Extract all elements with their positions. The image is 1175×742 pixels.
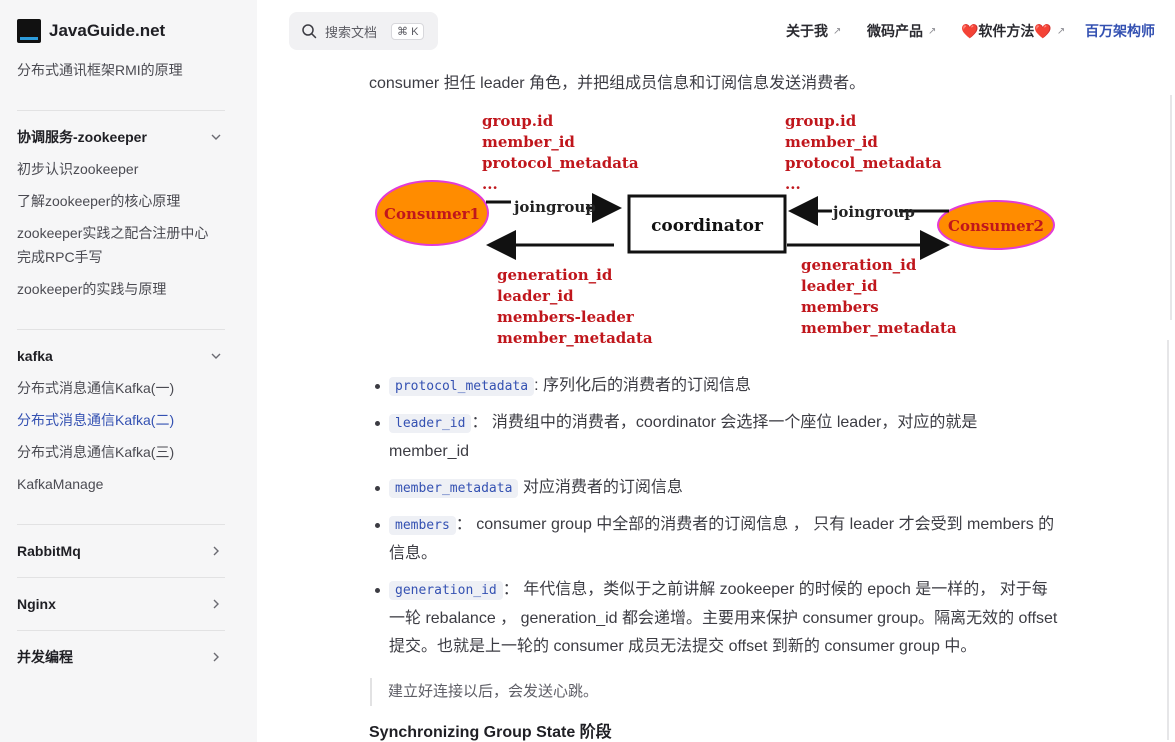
resp-right-line: members: [801, 298, 879, 316]
inline-code: protocol_metadata: [389, 377, 535, 396]
chevron-right-icon: [211, 546, 221, 556]
sidebar-item-zk-practice[interactable]: zookeeper的实践与原理: [17, 277, 222, 301]
nav-products[interactable]: 微码产品 ↗: [867, 21, 936, 41]
section-heading: Synchronizing Group State 阶段: [369, 724, 612, 741]
list-item: generation_id： 年代信息，类似于之前讲解 zookeeper 的时…: [370, 576, 1060, 661]
sidebar-item-zk-rpc[interactable]: zookeeper实践之配合注册中心完成RPC手写: [17, 221, 222, 269]
sidebar-group-rabbitmq[interactable]: RabbitMq: [17, 539, 225, 563]
req-left-line: group.id: [482, 112, 554, 130]
req-left-line: ...: [482, 175, 498, 193]
chevron-down-icon: [211, 132, 221, 142]
inline-code: leader_id: [389, 414, 472, 433]
coordinator-label: coordinator: [651, 216, 764, 236]
brand-name: JavaGuide.net: [49, 21, 166, 40]
list-item: leader_id： 消费组中的消费者，coordinator 会选择一个座位 …: [370, 409, 1060, 466]
nav-software-method[interactable]: ❤️软件方法❤️ ↗: [961, 21, 1065, 41]
req-left-line: member_id: [482, 133, 575, 151]
sidebar-group-title: 并发编程: [17, 649, 73, 665]
external-link-icon: ↗: [928, 25, 937, 37]
intro-paragraph: consumer 担任 leader 角色，并把组成员信息和订阅信息发送消费者。: [369, 75, 866, 92]
consumer1-label: Consumer1: [384, 205, 480, 223]
nav-architect[interactable]: 百万架构师: [1085, 21, 1155, 41]
inline-code: generation_id: [389, 581, 503, 600]
resp-left-line: members-leader: [497, 308, 635, 326]
sidebar-group-title: RabbitMq: [17, 543, 81, 559]
nav-label: 关于我: [786, 23, 828, 39]
joingroup-diagram: group.id member_id protocol_metadata ...…: [369, 108, 1069, 358]
resp-right-line: member_metadata: [801, 319, 957, 337]
sidebar-item-kafka-1[interactable]: 分布式消息通信Kafka(一): [17, 376, 222, 400]
scrollbar-track[interactable]: [1170, 95, 1172, 320]
resp-left-line: generation_id: [497, 266, 613, 284]
list-item-text: : 序列化后的消费者的订阅信息: [534, 377, 751, 394]
req-left-line: protocol_metadata: [482, 154, 639, 172]
search-icon: [302, 24, 317, 39]
req-right-line: member_id: [785, 133, 878, 151]
sidebar-divider: [17, 577, 225, 578]
sidebar-divider: [17, 329, 225, 330]
sidebar-item-zk-core[interactable]: 了解zookeeper的核心原理: [17, 189, 222, 213]
scrollbar-track[interactable]: [1167, 340, 1169, 740]
sidebar-divider: [17, 630, 225, 631]
heartbeat-quote: 建立好连接以后，会发送心跳。: [370, 678, 598, 706]
javaguide-logo-icon: [17, 19, 41, 43]
resp-left-line: leader_id: [497, 287, 574, 305]
chevron-right-icon: [211, 599, 221, 609]
list-item: protocol_metadata: 序列化后的消费者的订阅信息: [370, 372, 1060, 401]
field-list: protocol_metadata: 序列化后的消费者的订阅信息 leader_…: [370, 372, 1060, 669]
search-shortcut: ⌘ K: [391, 22, 425, 40]
resp-right-line: leader_id: [801, 277, 878, 295]
external-link-icon: ↗: [1056, 25, 1066, 37]
req-right-line: group.id: [785, 112, 857, 130]
nav-label: 百万架构师: [1085, 23, 1155, 39]
sidebar-divider: [17, 110, 225, 111]
sidebar-divider: [17, 524, 225, 525]
list-item-text: ： consumer group 中全部的消费者的订阅信息 ， 只有 leade…: [389, 516, 1055, 562]
join-left-label: joingroup: [512, 198, 596, 216]
sidebar-group-title: 协调服务-zookeeper: [17, 129, 147, 145]
resp-right-line: generation_id: [801, 256, 917, 274]
sidebar-group-title: kafka: [17, 348, 53, 364]
external-link-icon: ↗: [833, 25, 842, 37]
search-button[interactable]: 搜索文档 ⌘ K: [289, 12, 438, 50]
inline-code: member_metadata: [389, 479, 519, 498]
search-placeholder: 搜索文档: [325, 24, 378, 40]
req-right-line: protocol_metadata: [785, 154, 942, 172]
inline-code: members: [389, 516, 456, 535]
sidebar-item-kafka-2[interactable]: 分布式消息通信Kafka(二): [17, 408, 222, 432]
nav-label: 微码产品: [867, 23, 923, 39]
brand[interactable]: JavaGuide.net: [17, 19, 165, 43]
sidebar-group-nginx[interactable]: Nginx: [17, 592, 225, 616]
req-right-line: ...: [785, 175, 801, 193]
sidebar-group-kafka[interactable]: kafka: [17, 344, 225, 368]
sidebar: JavaGuide.net 分布式通讯框架RMI的原理 协调服务-zookeep…: [0, 0, 257, 742]
join-right-label: joingroup: [831, 203, 915, 221]
nav-about-me[interactable]: 关于我 ↗: [786, 21, 841, 41]
sidebar-group-zookeeper[interactable]: 协调服务-zookeeper: [17, 125, 225, 149]
chevron-right-icon: [211, 652, 221, 662]
resp-left-line: member_metadata: [497, 329, 653, 347]
sidebar-item-rmi[interactable]: 分布式通讯框架RMI的原理: [17, 58, 222, 82]
list-item: members： consumer group 中全部的消费者的订阅信息 ， 只…: [370, 511, 1060, 568]
consumer2-label: Consumer2: [948, 217, 1044, 235]
list-item-text: 对应消费者的订阅信息: [518, 479, 683, 496]
list-item-text: ： 消费组中的消费者，coordinator 会选择一个座位 leader，对应…: [389, 414, 978, 460]
sidebar-item-zk-intro[interactable]: 初步认识zookeeper: [17, 157, 222, 181]
sidebar-group-title: Nginx: [17, 596, 56, 612]
nav-label: ❤️软件方法❤️: [961, 23, 1052, 39]
list-item: member_metadata 对应消费者的订阅信息: [370, 474, 1060, 503]
sidebar-group-concurrency[interactable]: 并发编程: [17, 645, 225, 669]
sidebar-item-kafka-manage[interactable]: KafkaManage: [17, 472, 222, 496]
chevron-down-icon: [211, 351, 221, 361]
sidebar-item-kafka-3[interactable]: 分布式消息通信Kafka(三): [17, 440, 222, 464]
